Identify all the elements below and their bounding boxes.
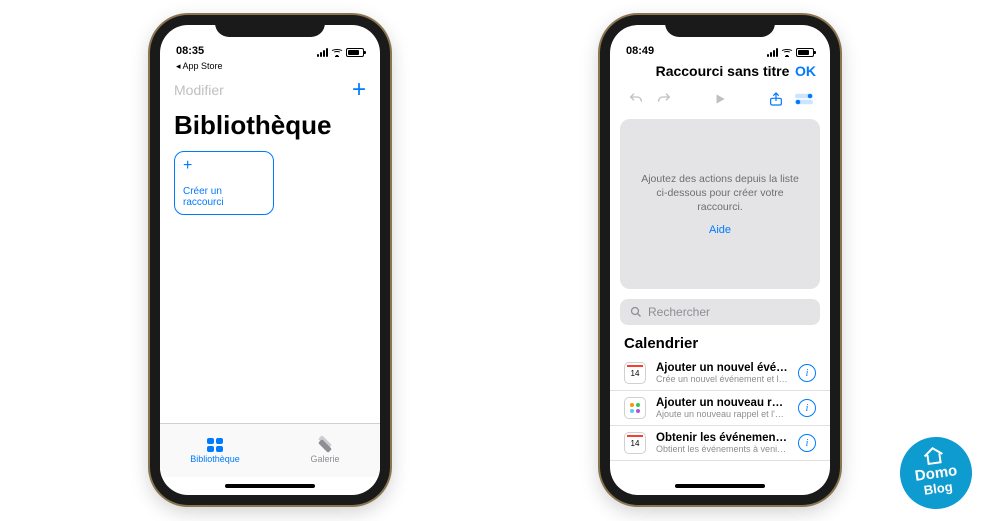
empty-canvas: Ajoutez des actions depuis la liste ci-d… xyxy=(620,119,820,289)
battery-icon xyxy=(796,48,814,57)
reminders-icon xyxy=(624,397,646,419)
domoblog-logo: DomoBlog xyxy=(895,432,976,513)
action-subtitle: Obtient les événements à venir du calend… xyxy=(656,444,788,454)
signal-icon xyxy=(317,48,328,57)
share-button[interactable] xyxy=(762,87,790,111)
signal-icon xyxy=(767,48,778,57)
action-subtitle: Crée un nouvel événement et l'ajoute au … xyxy=(656,374,788,384)
action-row[interactable]: Ajouter un nouveau rappel Ajoute un nouv… xyxy=(610,391,830,426)
run-button[interactable] xyxy=(678,87,762,111)
search-input[interactable]: Rechercher xyxy=(620,299,820,325)
page-title: Bibliothèque xyxy=(160,108,380,151)
plus-icon: + xyxy=(183,158,265,174)
editor-title: Raccourci sans titre xyxy=(656,63,790,79)
status-time: 08:49 xyxy=(626,45,654,57)
grid-icon xyxy=(207,438,223,452)
undo-button[interactable] xyxy=(622,87,650,111)
info-button[interactable]: i xyxy=(798,364,816,382)
screen-editor: 08:49 Raccourci sans titre OK xyxy=(610,25,830,495)
tab-gallery[interactable]: Galerie xyxy=(270,424,380,477)
redo-button[interactable] xyxy=(650,87,678,111)
tab-bar: Bibliothèque Galerie xyxy=(160,423,380,477)
action-subtitle: Ajoute un nouveau rappel et l'ajoute à l… xyxy=(656,409,788,419)
action-title: Obtenir les événements à venir xyxy=(656,432,788,444)
tab-gallery-label: Galerie xyxy=(310,454,339,464)
empty-canvas-text: Ajoutez des actions depuis la liste ci-d… xyxy=(638,172,802,215)
stack-icon xyxy=(317,438,333,452)
status-time: 08:35 xyxy=(176,45,204,57)
edit-button[interactable]: Modifier xyxy=(174,82,224,98)
action-row[interactable]: 14 Obtenir les événements à venir Obtien… xyxy=(610,426,830,461)
tab-library[interactable]: Bibliothèque xyxy=(160,424,270,477)
search-icon xyxy=(630,306,642,318)
wifi-icon xyxy=(781,48,793,57)
help-link[interactable]: Aide xyxy=(709,224,731,236)
calendar-icon: 14 xyxy=(624,432,646,454)
battery-icon xyxy=(346,48,364,57)
tab-library-label: Bibliothèque xyxy=(190,454,240,464)
add-shortcut-button[interactable]: + xyxy=(352,78,366,102)
phone-editor: 08:49 Raccourci sans titre OK xyxy=(600,15,840,505)
info-button[interactable]: i xyxy=(798,434,816,452)
ok-button[interactable]: OK xyxy=(795,63,816,79)
action-row[interactable]: 14 Ajouter un nouvel événement Crée un n… xyxy=(610,356,830,391)
calendar-icon: 14 xyxy=(624,362,646,384)
create-shortcut-card[interactable]: + Créer un raccourci xyxy=(174,151,274,215)
home-indicator[interactable] xyxy=(160,477,380,495)
phone-library: 08:35 ◂ App Store Modifier + Bibliothèqu… xyxy=(150,15,390,505)
home-indicator[interactable] xyxy=(610,477,830,495)
info-button[interactable]: i xyxy=(798,399,816,417)
editor-toolbar xyxy=(610,85,830,119)
house-icon xyxy=(919,443,948,466)
create-shortcut-label: Créer un raccourci xyxy=(183,186,265,208)
search-placeholder: Rechercher xyxy=(648,305,710,319)
screen-library: 08:35 ◂ App Store Modifier + Bibliothèqu… xyxy=(160,25,380,495)
notch xyxy=(215,15,325,37)
settings-button[interactable] xyxy=(790,87,818,111)
notch xyxy=(665,15,775,37)
action-title: Ajouter un nouvel événement xyxy=(656,362,788,374)
back-to-app-store[interactable]: ◂ App Store xyxy=(160,59,380,72)
wifi-icon xyxy=(331,48,343,57)
section-title-calendar: Calendrier xyxy=(610,333,830,356)
action-title: Ajouter un nouveau rappel xyxy=(656,397,788,409)
